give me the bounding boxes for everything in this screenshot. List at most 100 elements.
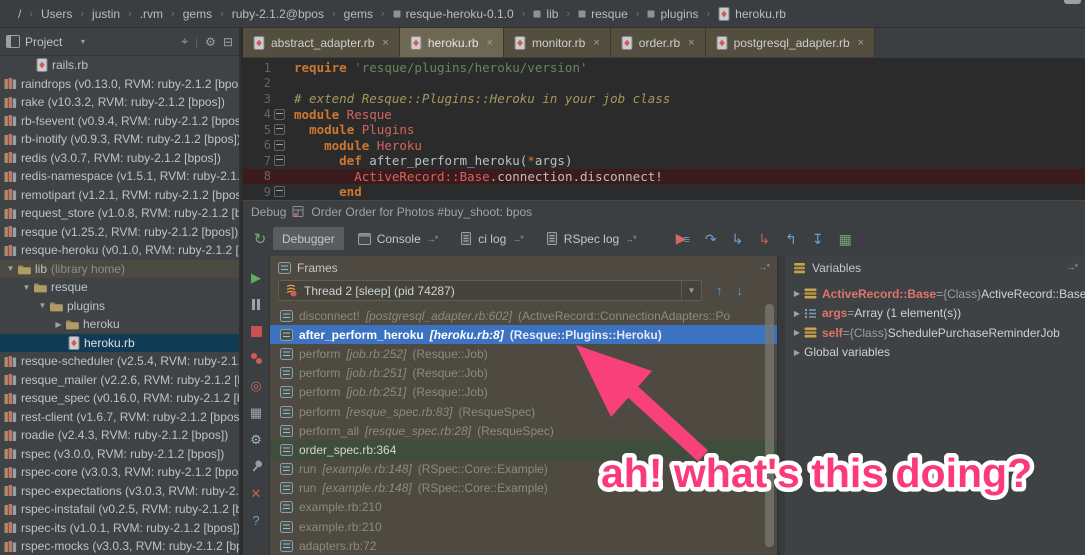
line-number[interactable]: 2: [243, 76, 271, 90]
float-window-icon[interactable]: →*: [625, 234, 636, 244]
code-editor[interactable]: 1require 'resque/plugins/heroku/version'…: [243, 58, 1085, 200]
show-execution-point-icon[interactable]: ▶≡: [676, 231, 690, 246]
tree-item[interactable]: resque_mailer (v2.2.6, RVM: ruby-2.1.2 […: [0, 371, 239, 390]
stop-icon[interactable]: [243, 318, 269, 345]
tab-Debugger[interactable]: Debugger: [273, 227, 344, 250]
tree-item[interactable]: rspec-its (v1.0.1, RVM: ruby-2.1.2 [bpos…: [0, 519, 239, 538]
tree-item[interactable]: rb-fsevent (v0.9.4, RVM: ruby-2.1.2 [bpo…: [0, 112, 239, 131]
line-number[interactable]: 4: [243, 107, 271, 121]
close-icon[interactable]: ×: [382, 37, 388, 49]
tree-item[interactable]: rails.rb: [0, 56, 239, 75]
tree-item[interactable]: raindrops (v0.13.0, RVM: ruby-2.1.2 [bpo…: [0, 75, 239, 94]
chevron-right-icon[interactable]: ▶: [790, 309, 804, 318]
fold-marker-icon[interactable]: [271, 186, 288, 197]
stack-frame-row[interactable]: perform_all[resque_spec.rb:28](ResqueSpe…: [270, 421, 777, 440]
float-window-icon[interactable]: →*: [427, 234, 438, 244]
tree-item[interactable]: heroku.rb: [0, 334, 239, 353]
tree-item[interactable]: rake (v10.3.2, RVM: ruby-2.1.2 [bpos]): [0, 93, 239, 112]
step-over-icon[interactable]: ↷: [705, 232, 717, 246]
stack-frame-row[interactable]: after_perform_heroku[heroku.rb:8](Resque…: [270, 325, 777, 344]
fold-marker-icon[interactable]: [271, 140, 288, 151]
line-number[interactable]: 7: [243, 154, 271, 168]
frame-down-icon[interactable]: ↓: [737, 283, 744, 298]
breadcrumb-item[interactable]: Users: [41, 7, 72, 21]
settings-icon[interactable]: ⚙: [243, 426, 269, 453]
combo-arrow-icon[interactable]: ▼: [681, 281, 701, 300]
pause-icon[interactable]: [243, 291, 269, 318]
tab-ci-log[interactable]: ci log→*: [451, 227, 532, 250]
breadcrumb-item[interactable]: /: [18, 7, 21, 21]
close-icon[interactable]: ×: [858, 37, 864, 49]
tab-monitor-rb[interactable]: monitor.rb×: [504, 28, 611, 57]
stack-frame-row[interactable]: disconnect![postgresql_adapter.rb:602](A…: [270, 306, 777, 325]
pin-icon[interactable]: [243, 453, 269, 480]
breadcrumb-item[interactable]: gems: [344, 7, 373, 21]
step-into-icon[interactable]: ↳: [732, 232, 744, 246]
chevron-down-icon[interactable]: ▼: [36, 301, 49, 310]
tree-item[interactable]: rb-inotify (v0.9.3, RVM: ruby-2.1.2 [bpo…: [0, 130, 239, 149]
frame-up-icon[interactable]: ↑: [716, 283, 723, 298]
tree-item[interactable]: rest-client (v1.6.7, RVM: ruby-2.1.2 [bp…: [0, 408, 239, 427]
step-out-icon[interactable]: ↰: [785, 232, 797, 246]
collapse-all-icon[interactable]: ⊟: [223, 35, 233, 49]
variable-row[interactable]: ▶args = Array (1 element(s)): [785, 304, 1085, 324]
stack-frame-row[interactable]: perform[resque_spec.rb:83](ResqueSpec): [270, 402, 777, 421]
tree-item[interactable]: rspec-mocks (v3.0.3, RVM: ruby-2.1.2 [bp…: [0, 537, 239, 555]
line-number[interactable]: 3: [243, 92, 271, 106]
chevron-right-icon[interactable]: ▶: [52, 320, 65, 329]
breadcrumb-item[interactable]: lib: [533, 7, 558, 21]
chevron-down-icon[interactable]: ▼: [20, 283, 33, 292]
help-icon[interactable]: ?: [243, 507, 269, 534]
variable-row[interactable]: ▶Global variables: [785, 343, 1085, 363]
force-step-into-icon[interactable]: ↳: [758, 232, 770, 246]
fold-marker-icon[interactable]: [271, 109, 288, 120]
breadcrumb-item[interactable]: heroku.rb: [718, 7, 786, 21]
restore-layout-icon[interactable]: ▦: [243, 399, 269, 426]
fold-marker-icon[interactable]: [271, 124, 288, 135]
tree-item[interactable]: request_store (v1.0.8, RVM: ruby-2.1.2 […: [0, 204, 239, 223]
tree-item[interactable]: rspec-expectations (v3.0.3, RVM: ruby-2.…: [0, 482, 239, 501]
line-number[interactable]: 9: [243, 185, 271, 199]
tree-item[interactable]: roadie (v2.4.3, RVM: ruby-2.1.2 [bpos]): [0, 426, 239, 445]
breadcrumb-item[interactable]: resque: [578, 7, 628, 21]
gear-icon[interactable]: ⚙: [205, 35, 216, 49]
tree-item[interactable]: ▼resque: [0, 278, 239, 297]
tree-item[interactable]: ▼lib(library home): [0, 260, 239, 279]
variable-row[interactable]: ▶ActiveRecord::Base = {Class} ActiveReco…: [785, 284, 1085, 304]
evaluate-table-icon[interactable]: ▦: [839, 232, 852, 246]
stack-frame-row[interactable]: adapters.rb:72: [270, 536, 777, 555]
breadcrumb-item[interactable]: gems: [183, 7, 212, 21]
tree-item[interactable]: resque-heroku (v0.1.0, RVM: ruby-2.1.2 […: [0, 241, 239, 260]
variable-row[interactable]: ▶self = {Class} SchedulePurchaseReminder…: [785, 323, 1085, 343]
breadcrumb-item[interactable]: .rvm: [140, 7, 163, 21]
chevron-right-icon[interactable]: ▶: [790, 289, 804, 298]
line-number[interactable]: 1: [243, 61, 271, 75]
chevron-down-icon[interactable]: ▼: [4, 264, 17, 273]
breadcrumb-item[interactable]: resque-heroku-0.1.0: [393, 7, 514, 21]
tree-item[interactable]: resque (v1.25.2, RVM: ruby-2.1.2 [bpos]): [0, 223, 239, 242]
thread-selector[interactable]: Thread 2 [sleep] (pid 74287) ▼: [278, 280, 702, 301]
fold-marker-icon[interactable]: [271, 155, 288, 166]
stack-frame-row[interactable]: example.rb:210: [270, 498, 777, 517]
tab-RSpec-log[interactable]: RSpec log→*: [537, 227, 645, 250]
float-window-icon[interactable]: →*: [1066, 262, 1077, 272]
tree-item[interactable]: redis-namespace (v1.5.1, RVM: ruby-2.1.2…: [0, 167, 239, 186]
float-window-icon[interactable]: →*: [512, 234, 523, 244]
tree-item[interactable]: resque_spec (v0.16.0, RVM: ruby-2.1.2 [b…: [0, 389, 239, 408]
tree-item[interactable]: ▼plugins: [0, 297, 239, 316]
tab-order-rb[interactable]: order.rb×: [611, 28, 706, 57]
tree-item[interactable]: rspec-core (v3.0.3, RVM: ruby-2.1.2 [bpo…: [0, 463, 239, 482]
line-number[interactable]: 6: [243, 138, 271, 152]
tree-item[interactable]: resque-scheduler (v2.5.4, RVM: ruby-2.1.…: [0, 352, 239, 371]
frames-scrollbar[interactable]: [765, 304, 774, 547]
breadcrumb-item[interactable]: justin: [92, 7, 120, 21]
chevron-down-icon[interactable]: ▾: [76, 37, 89, 46]
close-icon[interactable]: ×: [487, 37, 493, 49]
mute-breakpoints-icon[interactable]: ◎: [243, 372, 269, 399]
stack-frame-row[interactable]: perform[job.rb:251](Resque::Job): [270, 364, 777, 383]
stack-frame-row[interactable]: run[example.rb:148](RSpec::Core::Example…: [270, 479, 777, 498]
stack-frame-row[interactable]: run[example.rb:148](RSpec::Core::Example…: [270, 460, 777, 479]
tree-item[interactable]: remotipart (v1.2.1, RVM: ruby-2.1.2 [bpo…: [0, 186, 239, 205]
tab-Console[interactable]: Console→*: [349, 227, 447, 250]
run-to-cursor-icon[interactable]: ↧: [812, 232, 824, 246]
